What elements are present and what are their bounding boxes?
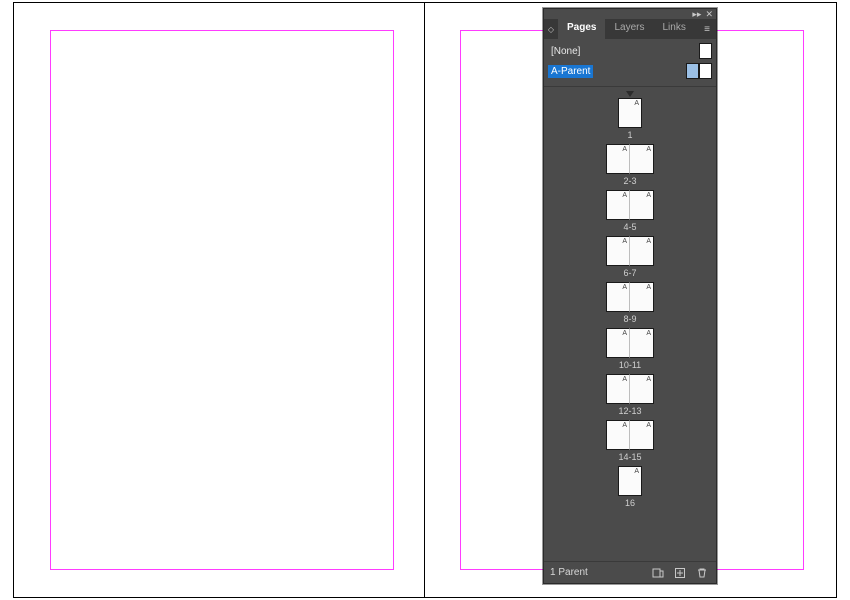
parent-thumb-none[interactable] — [699, 43, 712, 59]
close-icon[interactable]: ✕ — [705, 10, 713, 19]
spread-label: 12-13 — [618, 406, 641, 416]
page-thumbnail[interactable]: A — [630, 236, 654, 266]
spread[interactable]: A A 14-15 — [606, 420, 654, 462]
footer-status: 1 Parent — [550, 567, 588, 578]
parent-pages-section: [None] A-Parent — [544, 39, 716, 87]
spread[interactable]: A A 2-3 — [606, 144, 654, 186]
tab-layers[interactable]: Layers — [605, 19, 653, 39]
tab-pages[interactable]: Pages — [558, 19, 605, 39]
applied-parent-badge: A — [646, 284, 651, 291]
applied-parent-badge: A — [646, 422, 651, 429]
page-thumbnail[interactable]: A — [630, 374, 654, 404]
parent-label-a: A-Parent — [548, 65, 593, 78]
page-thumbnail[interactable]: A — [606, 236, 630, 266]
page-thumbnail[interactable]: A — [606, 374, 630, 404]
applied-parent-badge: A — [646, 146, 651, 153]
parent-row-a[interactable]: A-Parent — [548, 62, 712, 80]
section-marker-icon — [626, 91, 634, 97]
parent-row-none[interactable]: [None] — [548, 42, 712, 60]
spread[interactable]: A A 10-11 — [606, 328, 654, 370]
spread[interactable]: A A 6-7 — [606, 236, 654, 278]
page-thumbnail[interactable]: A — [630, 328, 654, 358]
page-thumbnail[interactable]: A — [618, 466, 642, 496]
panel-topbar: ▸▸ ✕ — [544, 9, 716, 19]
document-pages-section[interactable]: A1AA2-3AA4-5AA6-7AA8-9AA10-11AA12-13AA14… — [544, 87, 716, 561]
spread[interactable]: A A 4-5 — [606, 190, 654, 232]
applied-parent-badge: A — [622, 330, 627, 337]
spread-label: 1 — [627, 130, 632, 140]
spread[interactable]: A 16 — [618, 466, 642, 508]
applied-parent-badge: A — [622, 192, 627, 199]
page-thumbnail[interactable]: A — [606, 282, 630, 312]
page-thumbnail[interactable]: A — [606, 144, 630, 174]
pages-panel[interactable]: ▸▸ ✕ ◇ Pages Layers Links ≡ [None] A-Par… — [543, 8, 717, 584]
applied-parent-badge: A — [646, 238, 651, 245]
margin-guide-left — [50, 30, 394, 570]
panel-menu-icon[interactable]: ≡ — [698, 19, 716, 39]
spread-label: 6-7 — [623, 268, 636, 278]
spread-label: 8-9 — [623, 314, 636, 324]
page-thumbnail[interactable]: A — [630, 282, 654, 312]
spread[interactable]: A A 12-13 — [606, 374, 654, 416]
spread-label: 4-5 — [623, 222, 636, 232]
parent-label-none: [None] — [548, 45, 583, 58]
page-thumbnail[interactable]: A — [630, 420, 654, 450]
applied-parent-badge: A — [622, 376, 627, 383]
collapse-icon[interactable]: ▸▸ — [692, 10, 701, 19]
spread[interactable]: A1 — [618, 91, 642, 140]
page-thumbnail[interactable]: A — [630, 144, 654, 174]
page-thumbnail[interactable]: A — [630, 190, 654, 220]
document-canvas[interactable] — [0, 0, 850, 600]
parent-thumb-a-right[interactable] — [699, 63, 712, 79]
tab-cycle-icon[interactable]: ◇ — [544, 19, 558, 39]
spread-label: 10-11 — [619, 360, 641, 370]
applied-parent-badge: A — [646, 376, 651, 383]
new-page-button[interactable] — [672, 565, 688, 581]
page-thumbnail[interactable]: A — [606, 190, 630, 220]
delete-page-button[interactable] — [694, 565, 710, 581]
page-size-button[interactable] — [650, 565, 666, 581]
applied-parent-badge: A — [622, 238, 627, 245]
applied-parent-badge: A — [634, 468, 639, 475]
spread-label: 14-15 — [618, 452, 641, 462]
panel-footer: 1 Parent — [544, 561, 716, 583]
page-thumbnail[interactable]: A — [618, 98, 642, 128]
applied-parent-badge: A — [646, 192, 651, 199]
parent-thumb-a-left[interactable] — [686, 63, 699, 79]
spread-label: 16 — [625, 498, 635, 508]
page-thumbnail[interactable]: A — [606, 328, 630, 358]
spread[interactable]: A A 8-9 — [606, 282, 654, 324]
applied-parent-badge: A — [622, 146, 627, 153]
applied-parent-badge: A — [634, 100, 639, 107]
tab-links[interactable]: Links — [653, 19, 694, 39]
applied-parent-badge: A — [622, 284, 627, 291]
spread-label: 2-3 — [623, 176, 636, 186]
page-thumbnail[interactable]: A — [606, 420, 630, 450]
panel-tabs: ◇ Pages Layers Links ≡ — [544, 19, 716, 39]
applied-parent-badge: A — [622, 422, 627, 429]
applied-parent-badge: A — [646, 330, 651, 337]
